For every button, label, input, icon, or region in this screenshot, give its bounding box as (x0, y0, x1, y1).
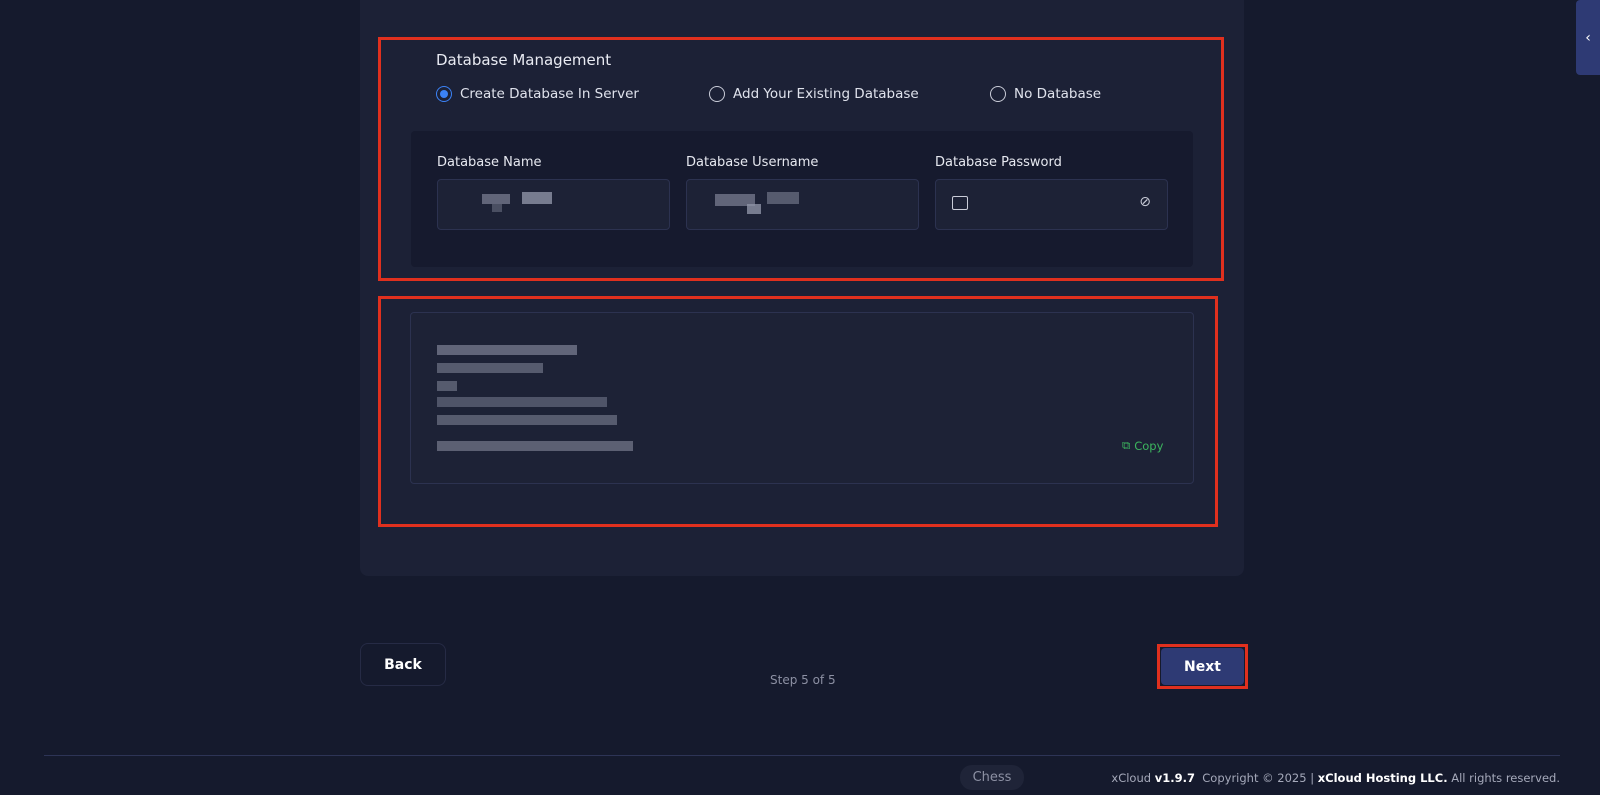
database-password-input[interactable]: ⊘ (935, 179, 1168, 230)
radio-create-database[interactable]: Create Database In Server (436, 86, 639, 102)
radio-icon (709, 86, 725, 102)
radio-no-database[interactable]: No Database (990, 86, 1101, 102)
chess-badge[interactable]: Chess (960, 765, 1024, 790)
database-username-label: Database Username (686, 155, 819, 170)
copy-button[interactable]: ⧉ Copy (1122, 438, 1163, 453)
eye-slash-icon[interactable]: ⊘ (1139, 194, 1151, 210)
sidebar-toggle-button[interactable]: ‹ (1576, 0, 1600, 75)
footer-copyright: xCloud v1.9.7 Copyright © 2025 | xCloud … (1111, 771, 1560, 785)
radio-icon (990, 86, 1006, 102)
footer-divider (44, 755, 1560, 756)
database-name-input[interactable] (437, 179, 670, 230)
section-title: Database Management (436, 51, 612, 69)
next-button[interactable]: Next (1161, 648, 1244, 685)
copy-label: Copy (1134, 438, 1164, 453)
copy-icon: ⧉ (1122, 438, 1131, 452)
step-indicator: Step 5 of 5 (770, 673, 836, 687)
back-button[interactable]: Back (360, 643, 446, 686)
database-username-input[interactable] (686, 179, 919, 230)
password-key-icon (952, 196, 968, 210)
database-password-label: Database Password (935, 155, 1062, 170)
radio-existing-database[interactable]: Add Your Existing Database (709, 86, 919, 102)
radio-icon (436, 86, 452, 102)
radio-label: No Database (1014, 86, 1102, 102)
radio-label: Add Your Existing Database (733, 86, 919, 102)
radio-label: Create Database In Server (460, 86, 639, 102)
database-name-label: Database Name (437, 155, 542, 170)
chevron-left-icon: ‹ (1585, 29, 1591, 46)
database-credentials-block (410, 312, 1194, 484)
